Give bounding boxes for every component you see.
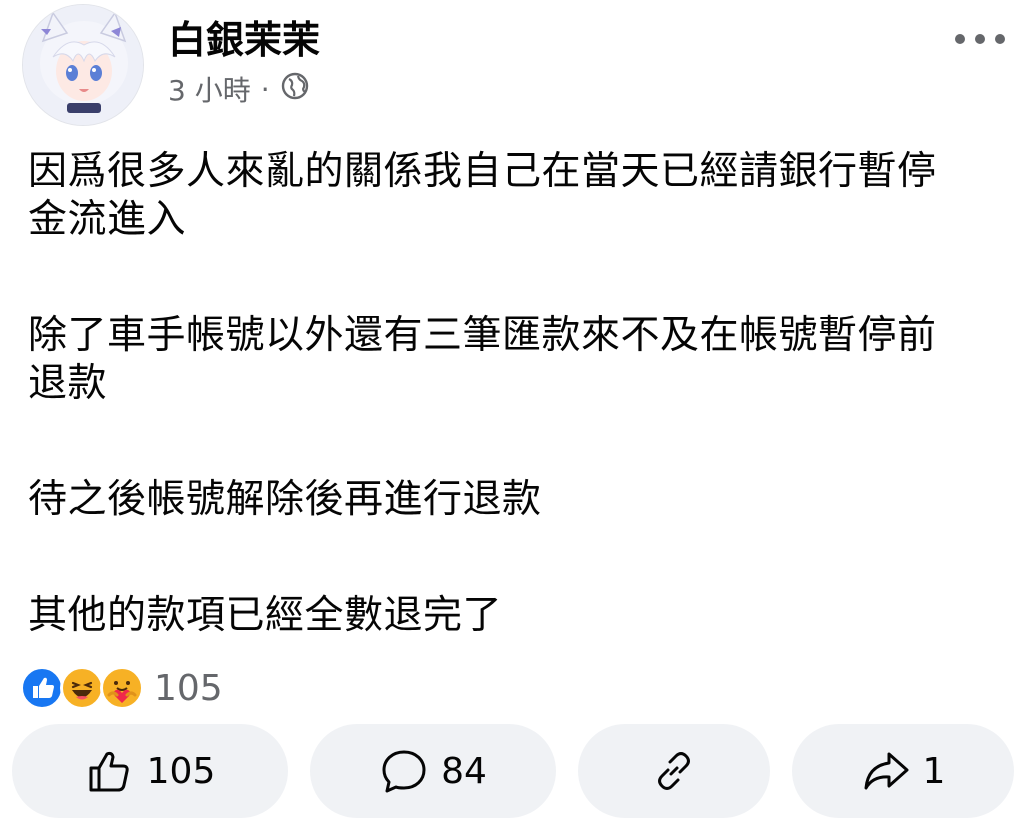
post-meta: 3 小時 · (168, 69, 310, 109)
more-dot (975, 34, 985, 44)
copy-link-button[interactable] (578, 724, 770, 818)
comment-icon (379, 746, 429, 796)
meta-separator: · (260, 72, 270, 106)
link-icon (649, 746, 699, 796)
haha-reaction-icon (60, 666, 104, 710)
post-paragraph: 因爲很多人來亂的關係我自己在當天已經請銀行暫停 金流進入 (28, 149, 937, 242)
author-name[interactable]: 白銀茉茉 (168, 14, 320, 66)
post-paragraph: 其他的款項已經全數退完了 (28, 593, 503, 638)
globe-icon (280, 71, 310, 108)
more-dot (995, 34, 1005, 44)
comment-button[interactable]: 84 (310, 724, 556, 818)
share-count: 1 (922, 750, 946, 792)
post-header: 白銀茉茉 3 小時 · (0, 0, 1024, 130)
post-paragraph: 除了車手帳號以外還有三筆匯款來不及在帳號暫停前 退款 (28, 313, 937, 406)
comment-count: 84 (441, 750, 487, 792)
more-options-button[interactable] (955, 24, 1005, 54)
like-count: 105 (146, 750, 216, 792)
care-reaction-icon (100, 666, 144, 710)
post-body: 因爲很多人來亂的關係我自己在當天已經請銀行暫停 金流進入 除了車手帳號以外還有三… (28, 148, 998, 640)
more-dot (955, 34, 965, 44)
share-button[interactable]: 1 (792, 724, 1014, 818)
thumbs-up-icon (85, 746, 135, 796)
avatar[interactable] (22, 4, 144, 126)
reaction-count: 105 (154, 667, 223, 709)
action-bar: 105 84 1 (0, 724, 1024, 820)
post-paragraph: 待之後帳號解除後再進行退款 (28, 477, 542, 522)
share-arrow-icon (861, 746, 911, 796)
like-button[interactable]: 105 (12, 724, 288, 818)
post-time[interactable]: 3 小時 (168, 69, 251, 109)
reaction-summary[interactable]: 105 (20, 664, 223, 712)
like-reaction-icon (20, 666, 64, 710)
